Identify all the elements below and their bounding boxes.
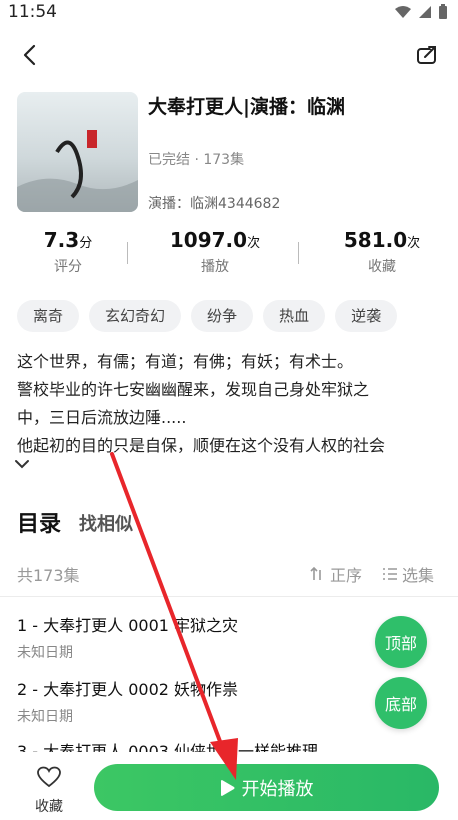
- book-narrator: 演播：临渊4344682: [148, 196, 281, 212]
- sort-button[interactable]: 正序: [310, 562, 362, 586]
- episode-title: 1 - 大奉打更人 0001 牢狱之灾: [17, 616, 239, 635]
- stat-value: 7.3: [43, 228, 80, 252]
- start-play-button[interactable]: 开始播放: [94, 764, 439, 811]
- stat-label: 收藏: [368, 259, 396, 275]
- tag[interactable]: 玄幻奇幻: [89, 300, 182, 332]
- stat-plays: 1097.0次 播放: [155, 228, 275, 276]
- status-bar: 11:54: [0, 0, 458, 26]
- favorite-button[interactable]: 收藏: [26, 766, 72, 816]
- expand-button[interactable]: [14, 454, 34, 470]
- status-icons: [394, 4, 448, 20]
- tag[interactable]: 纷争: [191, 300, 254, 332]
- stat-label: 评分: [54, 259, 82, 275]
- list-item[interactable]: 2 - 大奉打更人 0002 妖物作祟 未知日期: [17, 676, 377, 726]
- battery-icon: [439, 4, 447, 19]
- chevron-down-icon: [15, 460, 29, 469]
- book-cover[interactable]: [17, 92, 138, 212]
- select-label: 选集: [402, 566, 435, 585]
- select-episodes-button[interactable]: 选集: [382, 562, 434, 586]
- stat-divider: [298, 242, 299, 264]
- episode-date: 未知日期: [17, 645, 73, 661]
- description-line: 中，三日后流放边陲.....: [17, 408, 187, 427]
- description-line: 这个世界，有儒；有道；有佛；有妖；有术士。: [17, 352, 354, 371]
- list-item[interactable]: 1 - 大奉打更人 0001 牢狱之灾 未知日期: [17, 612, 377, 662]
- description-line: 警校毕业的许七安幽幽醒来，发现自己身处牢狱之: [17, 380, 370, 399]
- divider: [0, 596, 458, 597]
- book-title: 大奉打更人|演播：临渊: [148, 96, 345, 118]
- sort-label: 正序: [330, 566, 363, 585]
- episode-count: 共173集: [17, 566, 80, 585]
- stat-favorites: 581.0次 收藏: [322, 228, 442, 276]
- stat-divider: [127, 242, 128, 264]
- stat-unit: 次: [407, 236, 421, 251]
- scroll-top-button[interactable]: 顶部: [375, 616, 427, 668]
- episode-title: 2 - 大奉打更人 0002 妖物作祟: [17, 680, 239, 699]
- description-line: 他起初的目的只是自保，顺便在这个没有人权的社会: [17, 436, 386, 455]
- cover-art: [17, 130, 138, 212]
- tag-list: 离奇 玄幻奇幻 纷争 热血 逆袭: [17, 300, 398, 332]
- tag[interactable]: 逆袭: [335, 300, 398, 332]
- share-button[interactable]: [412, 40, 442, 70]
- status-time: 11:54: [8, 2, 57, 22]
- stat-value: 581.0: [343, 228, 408, 252]
- favorite-label: 收藏: [35, 799, 63, 815]
- stat-unit: 次: [247, 236, 261, 251]
- wifi-icon: [395, 6, 411, 18]
- stat-unit: 分: [79, 236, 93, 251]
- stats-row: 7.3分 评分 1097.0次 播放 581.0次 收藏: [0, 228, 458, 284]
- share-icon: [417, 46, 436, 64]
- stat-label: 播放: [201, 259, 229, 275]
- list-icon: [383, 568, 397, 580]
- play-label: 开始播放: [241, 778, 314, 800]
- episode-date: 未知日期: [17, 709, 73, 725]
- heart-icon: [37, 766, 61, 788]
- back-button[interactable]: [14, 40, 44, 70]
- book-status: 已完结 · 173集: [148, 152, 245, 168]
- stat-rating: 7.3分 评分: [8, 228, 128, 276]
- play-icon: [220, 779, 234, 796]
- tag[interactable]: 热血: [263, 300, 326, 332]
- catalog-tab[interactable]: 目录: [17, 506, 61, 538]
- chevron-left-icon: [23, 44, 36, 66]
- book-description[interactable]: 这个世界，有儒；有道；有佛；有妖；有术士。 警校毕业的许七安幽幽醒来，发现自己身…: [17, 348, 441, 460]
- similar-tab[interactable]: 找相似: [79, 510, 133, 536]
- signal-icon: [419, 6, 431, 18]
- sort-icon: [310, 566, 321, 580]
- scroll-bottom-button[interactable]: 底部: [375, 677, 427, 729]
- stat-value: 1097.0: [169, 228, 248, 252]
- tag[interactable]: 离奇: [17, 300, 80, 332]
